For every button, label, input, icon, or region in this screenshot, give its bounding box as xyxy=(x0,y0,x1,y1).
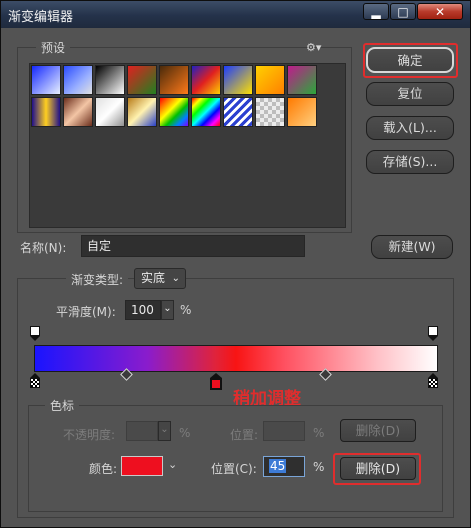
minimize-button[interactable]: ▂ xyxy=(363,3,389,20)
dialog-content: 预设 ⚙▾ 确定 复位 载入(L)... 存储(S)... 名称(N): 自定 … xyxy=(8,28,463,523)
gradient-type-select[interactable]: 实底 ⌄ xyxy=(134,268,186,289)
chevron-down-icon: ⌄ xyxy=(163,303,172,314)
preset-swatch-r2-4[interactable] xyxy=(127,97,157,127)
gradient-editor-window: 渐变编辑器 ▂ □ ✕ 预设 ⚙▾ 确定 复位 载入(L)... 存储(S)..… xyxy=(0,0,471,528)
preset-swatch-r2-1[interactable] xyxy=(31,97,61,127)
preset-swatch-r1-7[interactable] xyxy=(223,65,253,95)
chevron-down-icon[interactable]: ⌄ xyxy=(168,458,177,471)
preset-swatch-r2-2[interactable] xyxy=(63,97,93,127)
opacity-stop-left[interactable] xyxy=(30,326,40,341)
color-stop-right[interactable] xyxy=(428,373,438,388)
preset-swatch-r1-6[interactable] xyxy=(191,65,221,95)
color-label: 颜色: xyxy=(89,462,118,476)
preset-swatch-r2-6[interactable] xyxy=(191,97,221,127)
preset-swatch-r2-3[interactable] xyxy=(95,97,125,127)
delete-color-stop-button[interactable]: 删除(D) xyxy=(340,457,416,480)
opacity-location-input[interactable] xyxy=(263,421,305,441)
location-value: 45 xyxy=(269,459,287,473)
window-title: 渐变编辑器 xyxy=(8,10,74,25)
color-swatch[interactable] xyxy=(121,456,163,476)
chevron-down-icon: ⌄ xyxy=(171,273,180,284)
opacity-input[interactable] xyxy=(126,421,158,441)
new-button[interactable]: 新建(W) xyxy=(371,235,453,259)
gradient-type-label: 渐变类型: xyxy=(66,271,129,288)
opacity-location-label: 位置: xyxy=(230,428,259,442)
name-label: 名称(N): xyxy=(20,241,67,255)
maximize-button[interactable]: □ xyxy=(390,3,416,20)
ok-button[interactable]: 确定 xyxy=(366,47,454,73)
smoothness-unit: % xyxy=(180,303,192,317)
title-bar: 渐变编辑器 ▂ □ ✕ xyxy=(1,1,470,28)
name-input[interactable]: 自定 xyxy=(81,235,305,257)
opacity-stop-right[interactable] xyxy=(428,326,438,341)
opacity-unit: % xyxy=(179,426,191,440)
location-unit: % xyxy=(313,460,325,474)
preset-swatch-r1-2[interactable] xyxy=(63,65,93,95)
presets-panel xyxy=(29,63,346,228)
gradient-bar[interactable] xyxy=(34,345,438,372)
stops-label: 色标 xyxy=(45,397,80,414)
opacity-location-unit: % xyxy=(313,426,325,440)
smoothness-dropdown[interactable]: ⌄ xyxy=(161,300,174,320)
preset-swatch-r1-9[interactable] xyxy=(287,65,317,95)
reset-button[interactable]: 复位 xyxy=(366,82,454,106)
preset-swatch-r2-9[interactable] xyxy=(287,97,317,127)
color-stop-left[interactable] xyxy=(30,373,40,388)
close-button[interactable]: ✕ xyxy=(417,3,463,20)
load-button[interactable]: 载入(L)... xyxy=(366,116,454,140)
chevron-down-icon: ⌄ xyxy=(160,424,169,435)
presets-gear-icon[interactable]: ⚙▾ xyxy=(306,41,321,54)
color-stop-selected[interactable] xyxy=(210,373,222,390)
preset-swatch-r1-5[interactable] xyxy=(159,65,189,95)
preset-swatch-r1-8[interactable] xyxy=(255,65,285,95)
location-input[interactable]: 45 xyxy=(263,456,305,477)
opacity-dropdown[interactable]: ⌄ xyxy=(158,421,171,441)
presets-label: 预设 xyxy=(36,39,71,56)
opacity-label: 不透明度: xyxy=(63,428,116,442)
preset-swatch-r1-4[interactable] xyxy=(127,65,157,95)
smoothness-label: 平滑度(M): xyxy=(56,305,116,319)
preset-swatch-r1-1[interactable] xyxy=(31,65,61,95)
gradient-type-value: 实底 xyxy=(141,271,166,285)
delete-opacity-stop-button[interactable]: 删除(D) xyxy=(340,419,416,442)
preset-swatch-r2-8[interactable] xyxy=(255,97,285,127)
location-label: 位置(C): xyxy=(211,462,257,476)
smoothness-input[interactable]: 100 xyxy=(125,300,161,320)
preset-swatch-r1-3[interactable] xyxy=(95,65,125,95)
preset-swatch-r2-7[interactable] xyxy=(223,97,253,127)
preset-swatch-r2-5[interactable] xyxy=(159,97,189,127)
save-button[interactable]: 存储(S)... xyxy=(366,150,454,174)
